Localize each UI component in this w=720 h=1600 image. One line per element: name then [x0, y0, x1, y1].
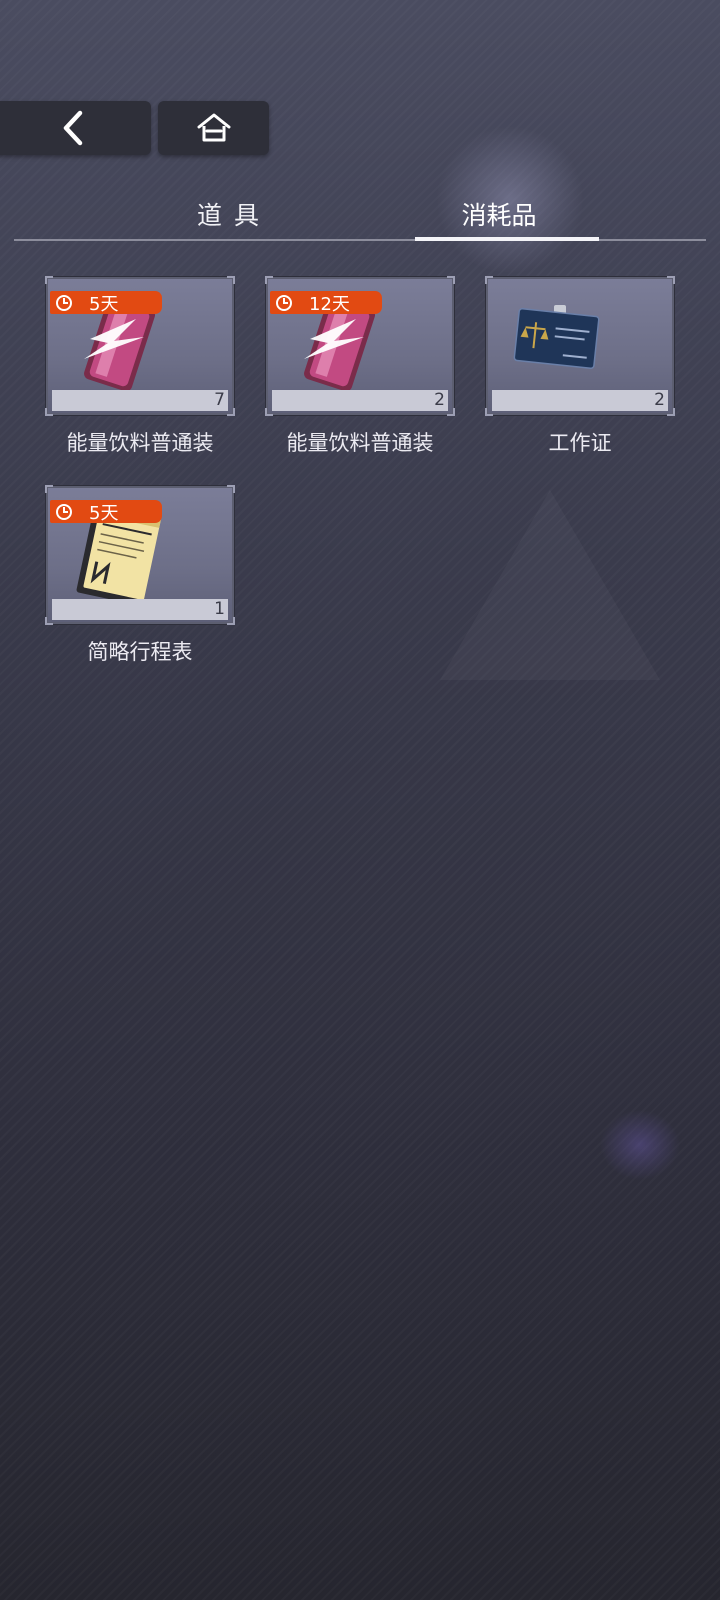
tab-consumables[interactable]: 消耗品 — [414, 196, 584, 240]
expiry-badge: 5天 — [50, 291, 162, 315]
item-count: 7 — [52, 390, 228, 411]
active-tab-indicator — [415, 237, 599, 241]
item-slot: 5天 7 — [45, 276, 235, 416]
home-button[interactable] — [158, 101, 269, 155]
tab-items[interactable]: 道具 — [164, 196, 304, 240]
background-triangle-decoration — [440, 490, 660, 680]
clock-icon — [56, 503, 72, 520]
clock-icon — [56, 294, 72, 311]
item-slot: 2 — [485, 276, 675, 416]
item-name: 简略行程表 — [87, 640, 193, 664]
inventory-item[interactable]: 12天 2 能量饮料普通装 — [265, 276, 455, 457]
background-blob-decoration — [600, 1110, 680, 1180]
item-count: 1 — [52, 599, 228, 620]
chevron-left-icon — [63, 110, 82, 146]
inventory-item[interactable]: 5天 1 简略行程表 — [45, 485, 235, 666]
tab-divider — [14, 239, 706, 241]
item-name: 能量饮料普通装 — [286, 431, 434, 455]
tab-consumables-label: 消耗品 — [461, 201, 537, 230]
expiry-text: 12天 — [309, 293, 350, 315]
expiry-badge: 5天 — [50, 500, 162, 524]
item-count: 2 — [272, 390, 448, 411]
category-tabs: 道具 消耗品 — [14, 196, 706, 242]
item-slot: 5天 1 — [45, 485, 235, 625]
item-count: 2 — [492, 390, 668, 411]
item-slot: 12天 2 — [265, 276, 455, 416]
back-button[interactable] — [0, 101, 151, 155]
inventory-item[interactable]: 2 工作证 — [485, 276, 675, 457]
inventory-item[interactable]: 5天 7 能量饮料普通装 — [45, 276, 235, 457]
clock-icon — [276, 294, 292, 311]
expiry-text: 5天 — [89, 502, 119, 524]
expiry-text: 5天 — [89, 293, 119, 315]
expiry-badge: 12天 — [270, 291, 382, 315]
tab-items-label: 道具 — [196, 201, 271, 230]
item-name: 工作证 — [548, 431, 612, 455]
item-name: 能量饮料普通装 — [66, 431, 214, 455]
home-icon — [197, 113, 230, 142]
